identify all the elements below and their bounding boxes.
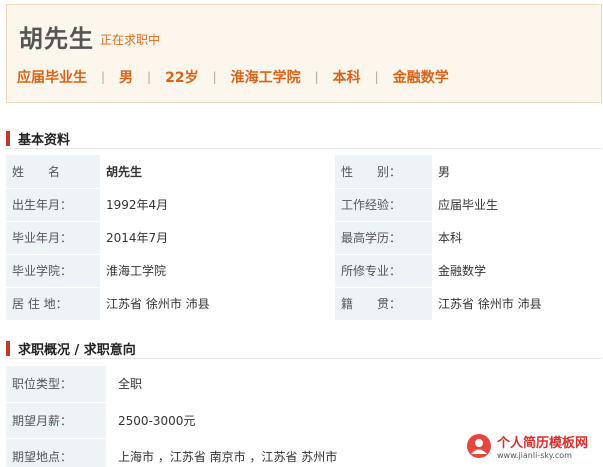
basic-info-table: 姓 名 胡先生 性 别： 男 出生年月： 1992年4月 工作经验： 应届毕业生… [6,155,602,321]
table-row: 职位类型： 全职 [6,366,602,403]
tag-school: 淮海工学院 [230,70,301,86]
section-marker [6,131,10,146]
tag-degree: 本科 [332,70,361,86]
field-value: 本科 [432,221,602,255]
section-marker [6,341,10,356]
basic-info-heading: 基本资料 [6,129,602,149]
section-title: 基本资料 [18,133,71,148]
field-value: 江苏省 徐州市 沛县 [432,287,602,321]
field-value: 男 [432,155,602,189]
watermark-url: www.jianli-sky.com [497,451,572,460]
field-label: 期望地点： [6,438,106,467]
field-label: 出生年月： [6,188,100,222]
field-label: 最高学历： [335,221,432,255]
tag-separator: | [314,70,319,84]
field-value: 江苏省 徐州市 沛县 [100,287,335,321]
field-value: 淮海工学院 [100,254,335,288]
field-value: 1992年4月 [100,188,335,222]
tag-separator: | [147,70,152,84]
tag-major: 金融数学 [392,70,449,86]
field-label: 毕业学院： [6,254,100,288]
profile-tags: 应届毕业生 | 男 | 22岁 | 淮海工学院 | 本科 | 金融数学 [17,67,449,87]
tag-status: 应届毕业生 [17,70,87,86]
field-label: 性 别： [335,155,432,189]
field-label: 姓 名 [6,155,100,189]
tag-separator: | [101,70,106,84]
field-label: 居 住 地： [6,287,100,321]
field-label: 期望月薪： [6,402,106,439]
table-row: 毕业年月： 2014年7月 最高学历： 本科 [6,221,602,255]
section-title: 求职概况 / 求职意向 [18,343,136,358]
table-row: 毕业学院： 淮海工学院 所修专业： 金融数学 [6,254,602,288]
table-row: 姓 名 胡先生 性 别： 男 [6,155,602,189]
profile-header: 胡先生 正在求职中 应届毕业生 | 男 | 22岁 | 淮海工学院 | 本科 |… [6,4,602,103]
tag-gender: 男 [119,70,134,86]
candidate-name: 胡先生 [19,25,94,53]
resume-logo-icon [465,432,493,460]
field-value: 应届毕业生 [432,188,602,222]
field-label: 所修专业： [335,254,432,288]
field-value: 全职 [106,366,602,403]
watermark-title: 个人简历模板网 [497,436,589,451]
job-intent-heading: 求职概况 / 求职意向 [6,339,602,359]
field-label: 毕业年月： [6,221,100,255]
table-row: 出生年月： 1992年4月 工作经验： 应届毕业生 [6,188,602,222]
field-value: 金融数学 [432,254,602,288]
field-label: 籍 贯： [335,287,432,321]
tag-age: 22岁 [165,70,199,86]
field-label: 职位类型： [6,366,106,403]
site-watermark: 个人简历模板网 www.jianli-sky.com [465,429,599,463]
table-row: 居 住 地： 江苏省 徐州市 沛县 籍 贯： 江苏省 徐州市 沛县 [6,287,602,321]
field-value: 胡先生 [100,155,335,189]
tag-separator: | [212,70,217,84]
field-label: 工作经验： [335,188,432,222]
tag-separator: | [374,70,379,84]
job-status: 正在求职中 [100,33,161,47]
field-value: 2014年7月 [100,221,335,255]
